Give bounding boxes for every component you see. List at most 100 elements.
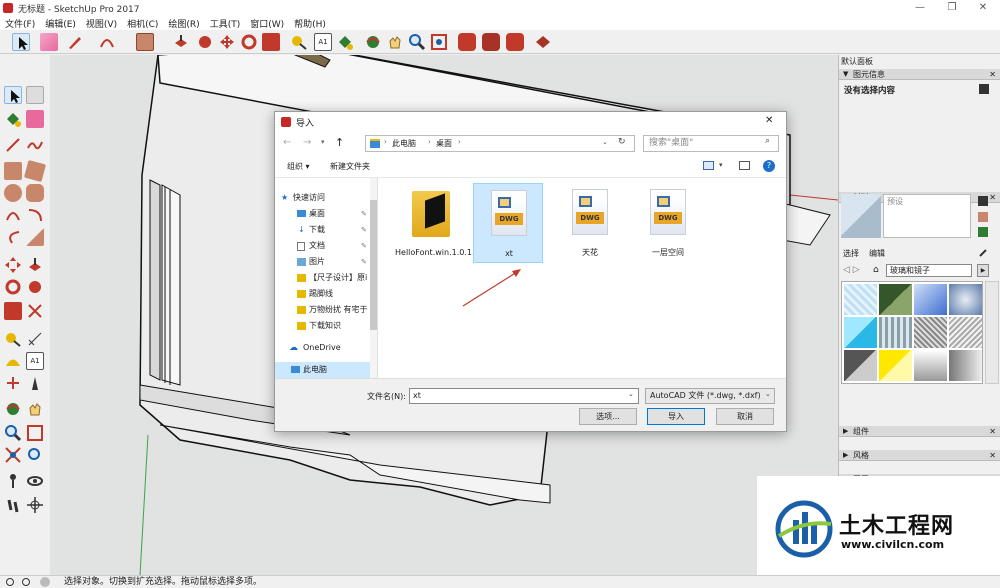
toggle-details-icon[interactable] xyxy=(979,84,989,94)
nav-onedrive[interactable]: ☁ OneDrive xyxy=(275,340,377,356)
view-dropdown-icon[interactable]: ▾ xyxy=(719,161,723,169)
swatch-scrollbar[interactable] xyxy=(985,281,999,384)
material-swatch[interactable] xyxy=(879,284,912,315)
display-secondary-icon[interactable] xyxy=(978,196,988,206)
menu-draw[interactable]: 绘图(R) xyxy=(163,17,204,30)
nav-folder-baseboard[interactable]: 踢脚线 xyxy=(275,286,377,302)
search-input[interactable]: 搜索"桌面" xyxy=(643,135,779,152)
walk-icon[interactable] xyxy=(4,496,22,514)
restore-button[interactable]: ❐ xyxy=(937,0,967,16)
text-icon[interactable]: A1 xyxy=(26,352,44,370)
rotate-icon[interactable] xyxy=(4,278,22,296)
nav-documents[interactable]: 文档 ✎ xyxy=(275,238,377,254)
forward-arrow-icon[interactable]: → xyxy=(303,137,311,148)
nav-this-pc[interactable]: 此电脑 xyxy=(275,362,377,378)
material-swatch[interactable] xyxy=(914,350,947,381)
tape-measure-icon[interactable] xyxy=(290,33,308,51)
address-dropdown-icon[interactable]: ⌄ xyxy=(602,138,608,146)
tape-measure-icon[interactable] xyxy=(4,330,22,348)
geo-location-icon[interactable] xyxy=(6,578,14,586)
sample-paint-icon[interactable] xyxy=(978,227,988,237)
options-button[interactable]: 选项... xyxy=(579,408,637,425)
material-library-select[interactable]: 玻璃和镜子 xyxy=(886,264,972,277)
material-swatch[interactable] xyxy=(914,284,947,315)
rectangle-tool-icon[interactable] xyxy=(136,33,154,51)
material-swatch[interactable] xyxy=(844,317,877,348)
move-icon[interactable] xyxy=(4,256,22,274)
menu-camera[interactable]: 相机(C) xyxy=(122,17,163,30)
nav-folder-download-knowledge[interactable]: 下载知识 xyxy=(275,318,377,334)
breadcrumb-this-pc[interactable]: 此电脑 xyxy=(392,138,416,149)
details-menu-icon[interactable]: ▶ xyxy=(977,264,989,277)
section-plane-icon[interactable] xyxy=(26,496,44,514)
position-camera-icon[interactable] xyxy=(4,472,22,490)
pan-tool-icon[interactable] xyxy=(386,33,404,51)
text-tool-icon[interactable]: A1 xyxy=(314,33,332,51)
entity-info-header[interactable]: ▼ 图元信息 ✕ xyxy=(839,69,1000,80)
push-pull-tool-icon[interactable] xyxy=(172,33,190,51)
select-arrow-icon[interactable] xyxy=(4,86,22,104)
menu-file[interactable]: 文件(F) xyxy=(0,17,40,30)
close-window-button[interactable]: ✕ xyxy=(968,0,998,16)
polygon-icon[interactable] xyxy=(26,184,44,202)
material-swatch[interactable] xyxy=(949,284,982,315)
dialog-close-button[interactable]: ✕ xyxy=(765,115,773,126)
paint-bucket-icon[interactable] xyxy=(336,33,354,51)
menu-help[interactable]: 帮助(H) xyxy=(289,17,331,30)
menu-tools[interactable]: 工具(T) xyxy=(205,17,246,30)
rectangle-icon[interactable] xyxy=(4,162,22,180)
nav-desktop[interactable]: 桌面 ✎ xyxy=(275,206,377,222)
new-folder-button[interactable]: 新建文件夹 xyxy=(330,161,370,172)
arc-tool-icon[interactable] xyxy=(98,33,116,51)
zoom-icon[interactable] xyxy=(4,424,22,442)
refresh-icon[interactable]: ↻ xyxy=(618,137,626,147)
nav-scrollbar[interactable] xyxy=(370,178,377,378)
recent-dropdown-icon[interactable]: ▾ xyxy=(321,138,325,146)
file-item-ceiling[interactable]: DWG 天花 xyxy=(555,183,625,263)
tab-edit[interactable]: 编辑 xyxy=(869,248,885,259)
nav-downloads[interactable]: ↓ 下载 ✎ xyxy=(275,222,377,238)
breadcrumb-desktop[interactable]: 桌面 xyxy=(436,138,452,149)
filename-input[interactable]: xt xyxy=(409,388,639,404)
3d-text-icon[interactable] xyxy=(26,374,44,392)
push-pull-icon[interactable] xyxy=(26,256,44,274)
material-swatch[interactable] xyxy=(844,350,877,381)
components-3d-icon[interactable] xyxy=(482,33,500,51)
scale-tool-icon[interactable] xyxy=(262,33,280,51)
nav-quick-access[interactable]: ★ 快速访问 xyxy=(275,190,377,206)
follow-me-tool-icon[interactable] xyxy=(196,33,214,51)
material-swatch[interactable] xyxy=(879,317,912,348)
pan-icon[interactable] xyxy=(26,400,44,418)
follow-me-icon[interactable] xyxy=(26,278,44,296)
nav-folder-ruler-design[interactable]: 【尺子设计】原i xyxy=(275,270,377,286)
make-component-icon[interactable] xyxy=(26,86,44,104)
orbit-tool-icon[interactable] xyxy=(364,33,382,51)
search-icon[interactable]: ⌕ xyxy=(765,136,770,146)
warehouse-icon[interactable] xyxy=(458,33,476,51)
material-swatch[interactable] xyxy=(949,350,982,381)
minimize-button[interactable]: — xyxy=(905,0,935,16)
select-tool-icon[interactable] xyxy=(12,33,30,51)
rotated-rectangle-icon[interactable] xyxy=(23,159,47,183)
components-header[interactable]: ▶ 组件 ✕ xyxy=(839,426,1000,437)
tab-select[interactable]: 选择 xyxy=(843,248,859,259)
menu-edit[interactable]: 编辑(E) xyxy=(40,17,81,30)
extension-warehouse-icon[interactable] xyxy=(534,33,552,51)
dimension-icon[interactable] xyxy=(26,330,44,348)
three-point-arc-icon[interactable] xyxy=(4,228,22,246)
file-type-select[interactable]: AutoCAD 文件 (*.dwg, *.dxf) xyxy=(645,388,775,404)
file-item-xt[interactable]: DWG xt xyxy=(473,183,543,263)
material-swatch[interactable] xyxy=(949,317,982,348)
create-material-icon[interactable] xyxy=(978,212,988,222)
paint-icon[interactable] xyxy=(4,110,22,128)
zoom-extents-icon[interactable] xyxy=(430,33,448,51)
material-swatch[interactable] xyxy=(879,350,912,381)
organize-button[interactable]: 组织 ▾ xyxy=(287,161,310,172)
view-options-icon[interactable] xyxy=(703,161,714,170)
circle-icon[interactable] xyxy=(4,184,22,202)
zoom-extents-icon[interactable] xyxy=(4,446,22,464)
look-around-icon[interactable] xyxy=(26,472,44,490)
home-icon[interactable]: ⌂ xyxy=(873,265,879,275)
offset-icon[interactable] xyxy=(26,302,44,320)
eyedropper-icon[interactable] xyxy=(979,247,989,257)
